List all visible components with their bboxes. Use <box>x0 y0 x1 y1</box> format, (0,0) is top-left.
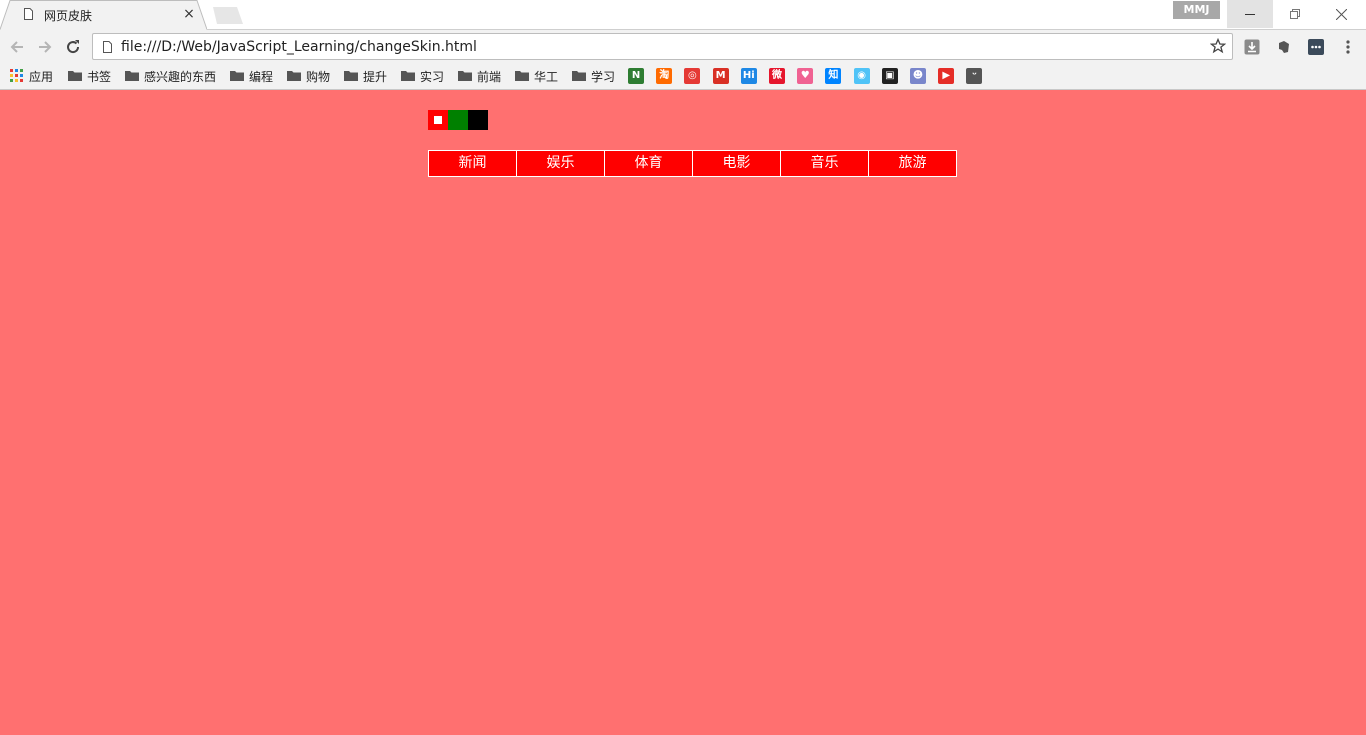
skin-swatch-green[interactable] <box>448 110 468 130</box>
tab-title: 网页皮肤 <box>44 9 93 23</box>
nav-item[interactable]: 音乐 <box>780 150 869 177</box>
folder-icon <box>287 71 301 81</box>
elephant-icon <box>1279 41 1289 53</box>
bookmark-folder[interactable]: 学习 <box>572 67 615 85</box>
bookmark-folder[interactable]: 前端 <box>458 67 501 85</box>
chrome-store-icon[interactable]: ◎ <box>684 68 701 84</box>
tv-icon[interactable]: ▣ <box>881 68 898 84</box>
bookmark-folder[interactable]: 实习 <box>401 67 444 85</box>
bookmark-label: 购物 <box>306 69 331 84</box>
nav-item[interactable]: 娱乐 <box>516 150 605 177</box>
folder-icon <box>68 71 82 81</box>
bookmark-label: 感兴趣的东西 <box>144 69 217 84</box>
url-text: file:///D:/Web/JavaScript_Learning/chang… <box>121 39 477 55</box>
bookmarks-bar: 应用 书签 感兴趣的东西 编程 购物 提升 实习 前端 华工 学习 N 淘 ◎ M Hi 微 ♥ 知 ◉ ▣ ☻ ▶ ᵕ <box>0 64 1366 90</box>
apps-grid-icon <box>10 69 23 82</box>
page-icon <box>24 8 33 20</box>
bookmark-apps[interactable]: 应用 <box>10 67 53 85</box>
bookmark-label: 书签 <box>87 69 112 84</box>
folder-icon <box>344 71 358 81</box>
bookmark-star-icon[interactable] <box>1210 38 1226 54</box>
evernote-extension-button[interactable] <box>1275 38 1293 56</box>
evernote-like-icon[interactable]: N <box>628 68 644 84</box>
taobao-icon[interactable]: 淘 <box>656 68 673 84</box>
cat-icon[interactable]: ☻ <box>910 68 926 84</box>
extension-button[interactable] <box>1307 38 1325 56</box>
close-window-button[interactable] <box>1318 0 1364 28</box>
back-button[interactable] <box>8 38 26 56</box>
folder-icon <box>230 71 244 81</box>
bookmark-folder[interactable]: 感兴趣的东西 <box>125 67 216 85</box>
folder-icon <box>401 71 415 81</box>
face-icon[interactable]: ᵕ <box>966 68 983 84</box>
profile-button[interactable]: MMJ <box>1173 1 1220 19</box>
menu-button[interactable] <box>1339 38 1357 56</box>
address-bar[interactable]: file:///D:/Web/JavaScript_Learning/chang… <box>92 33 1233 60</box>
tab-close-icon[interactable]: × <box>182 7 196 21</box>
bookmark-folder[interactable]: 提升 <box>344 67 387 85</box>
page-icon <box>103 41 112 53</box>
nav-item[interactable]: 电影 <box>692 150 781 177</box>
forward-arrow-icon <box>39 41 52 53</box>
category-nav: 新闻 娱乐 体育 电影 音乐 旅游 <box>428 150 957 177</box>
heart-icon[interactable]: ♥ <box>797 68 814 84</box>
browser-chrome: 网页皮肤 × MMJ file:///D:/Web/JavaScript_Lea… <box>0 0 1366 90</box>
new-tab-button[interactable] <box>213 7 243 24</box>
restore-icon <box>1290 9 1300 19</box>
forward-button[interactable] <box>36 38 54 56</box>
bookmark-label: 实习 <box>420 69 445 84</box>
title-bar: 网页皮肤 × MMJ <box>0 0 1366 30</box>
close-icon <box>1335 8 1347 20</box>
reload-button[interactable] <box>64 38 82 56</box>
bookmark-label: 华工 <box>534 69 559 84</box>
weibo-icon[interactable]: 微 <box>769 68 785 84</box>
nav-item[interactable]: 旅游 <box>868 150 957 177</box>
nav-item[interactable]: 体育 <box>604 150 693 177</box>
skin-swatch-red[interactable] <box>428 110 448 130</box>
download-icon <box>1244 39 1260 55</box>
back-arrow-icon <box>10 41 23 53</box>
folder-icon <box>125 71 139 81</box>
skin-switcher <box>428 110 488 130</box>
reload-icon <box>67 40 80 54</box>
gmail-icon[interactable]: M <box>712 68 729 84</box>
globe-icon[interactable]: ◉ <box>853 68 870 84</box>
minimize-icon <box>1245 14 1255 15</box>
bookmark-folder[interactable]: 编程 <box>230 67 273 85</box>
skin-swatch-black[interactable] <box>468 110 488 130</box>
bookmark-label: 应用 <box>29 69 54 84</box>
hi-icon[interactable]: Hi <box>740 68 757 84</box>
kebab-menu-icon <box>1346 40 1350 54</box>
bookmark-label: 前端 <box>477 69 502 84</box>
download-extension-button[interactable] <box>1243 38 1261 56</box>
bookmark-folder[interactable]: 书签 <box>68 67 111 85</box>
nav-item[interactable]: 新闻 <box>428 150 517 177</box>
bookmark-label: 编程 <box>249 69 274 84</box>
youtube-icon[interactable]: ▶ <box>938 68 955 84</box>
minimize-button[interactable] <box>1227 0 1273 28</box>
folder-icon <box>572 71 586 81</box>
restore-button[interactable] <box>1272 0 1318 28</box>
bookmark-folder[interactable]: 购物 <box>287 67 330 85</box>
extension-icon <box>1308 39 1324 55</box>
zhihu-icon[interactable]: 知 <box>825 68 842 84</box>
bookmark-label: 学习 <box>591 69 616 84</box>
folder-icon <box>458 71 472 81</box>
folder-icon <box>515 71 529 81</box>
bookmark-folder[interactable]: 华工 <box>515 67 558 85</box>
bookmark-label: 提升 <box>363 69 388 84</box>
browser-toolbar: file:///D:/Web/JavaScript_Learning/chang… <box>0 30 1366 64</box>
